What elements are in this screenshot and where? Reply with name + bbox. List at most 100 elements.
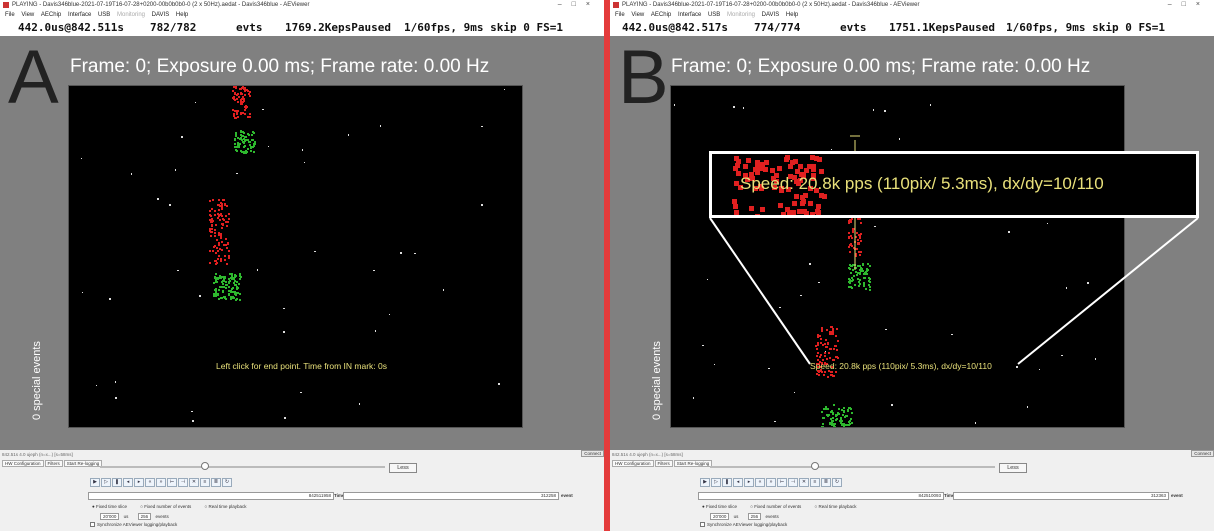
noise-event-dot: [809, 263, 811, 265]
noise-event-dot: [742, 107, 745, 109]
tab-filters[interactable]: Filters: [654, 460, 673, 467]
tab-start-logging[interactable]: Start Re-logging: [63, 460, 103, 467]
mark-in-icon[interactable]: ⊢: [167, 478, 177, 487]
play-icon[interactable]: ▶: [700, 478, 710, 487]
menu-file[interactable]: File: [615, 12, 625, 18]
green-event-dot: [250, 139, 253, 142]
red-event-dot: [819, 338, 822, 340]
event-display[interactable]: [68, 85, 523, 428]
connect-button[interactable]: Connect: [1191, 450, 1214, 457]
menu-davis[interactable]: DAVIS: [152, 12, 170, 18]
rewind-icon[interactable]: «: [755, 478, 765, 487]
radio-fixed-events[interactable]: ○ Fixed number of events: [750, 504, 807, 509]
control-panel: 842.51s 4.0 ujeph (n=x...) [s=58ms] Conn…: [610, 450, 1214, 531]
noise-event-dot: [800, 294, 802, 297]
fast-forward-icon[interactable]: »: [766, 478, 776, 487]
radio-fixed-time[interactable]: ● Fixed time slice: [702, 504, 743, 509]
faster-icon[interactable]: ≣: [211, 478, 221, 487]
tab-hw-configuration[interactable]: HW Configuration: [2, 460, 44, 467]
playback-slider-knob[interactable]: [201, 462, 209, 470]
time-field[interactable]: 842510093: [698, 492, 944, 500]
menu-aechip[interactable]: AEChip: [651, 12, 671, 18]
tab-filters[interactable]: Filters: [44, 460, 63, 467]
sync-checkbox-row[interactable]: Synchronize AEViewer logging/playback: [90, 522, 177, 528]
sync-checkbox[interactable]: [90, 522, 95, 528]
event-field[interactable]: 312363: [953, 492, 1169, 500]
pause-icon[interactable]: ❚: [722, 478, 732, 487]
red-event-dot: [228, 256, 231, 259]
mark-out-icon[interactable]: ⊣: [788, 478, 798, 487]
green-event-dot: [868, 277, 871, 280]
menu-view[interactable]: View: [631, 12, 644, 18]
play-icon[interactable]: ▶: [90, 478, 100, 487]
sync-checkbox-row[interactable]: Synchronize AEViewer logging/playback: [700, 522, 787, 528]
tab-hw-configuration[interactable]: HW Configuration: [612, 460, 654, 467]
green-event-dot: [868, 285, 871, 288]
slower-icon[interactable]: ≡: [810, 478, 820, 487]
menu-usb[interactable]: USB: [98, 12, 110, 18]
green-event-dot: [858, 272, 861, 275]
num-events-input[interactable]: 256: [747, 513, 762, 520]
menu-usb[interactable]: USB: [708, 12, 720, 18]
playback-slider-track[interactable]: [710, 466, 995, 468]
step-forward-icon[interactable]: ▸: [134, 478, 144, 487]
tab-start-logging[interactable]: Start Re-logging: [673, 460, 713, 467]
playback-slider-track[interactable]: [100, 466, 385, 468]
repeat-icon[interactable]: ↻: [832, 478, 842, 487]
menu-help[interactable]: Help: [786, 12, 798, 18]
green-event-dot: [252, 145, 255, 148]
mark-out-icon[interactable]: ⊣: [178, 478, 188, 487]
event-field[interactable]: 312258: [343, 492, 559, 500]
clear-marks-icon[interactable]: ✕: [189, 478, 199, 487]
play-reverse-icon[interactable]: ▷: [711, 478, 721, 487]
speed-callout: Speed: 20.8k pps (110pix/ 5.3ms), dx/dy=…: [709, 151, 1199, 218]
mark-in-icon[interactable]: ⊢: [777, 478, 787, 487]
menu-aechip[interactable]: AEChip: [41, 12, 61, 18]
connect-button[interactable]: Connect: [581, 450, 604, 457]
faster-icon[interactable]: ≣: [821, 478, 831, 487]
play-reverse-icon[interactable]: ▷: [101, 478, 111, 487]
less-button[interactable]: Less: [389, 463, 417, 473]
fast-forward-icon[interactable]: »: [156, 478, 166, 487]
event-display[interactable]: [670, 85, 1125, 428]
menubar: File View AEChip Interface USB Monitorin…: [0, 10, 604, 20]
playback-slider-knob[interactable]: [811, 462, 819, 470]
radio-real-time[interactable]: ○ Real time playback: [205, 504, 253, 509]
sync-checkbox[interactable]: [700, 522, 705, 528]
step-back-icon[interactable]: ◂: [123, 478, 133, 487]
clear-marks-icon[interactable]: ✕: [799, 478, 809, 487]
green-event-dot: [225, 297, 228, 300]
slice-us-input[interactable]: 20'000: [710, 513, 730, 520]
green-event-dot: [856, 272, 859, 275]
menu-view[interactable]: View: [21, 12, 34, 18]
noise-event-dot: [929, 104, 932, 106]
window-controls[interactable]: –□×: [558, 0, 600, 10]
red-event-dot: [209, 249, 212, 252]
menu-interface[interactable]: Interface: [678, 12, 701, 18]
menu-file[interactable]: File: [5, 12, 15, 18]
step-back-icon[interactable]: ◂: [733, 478, 743, 487]
radio-fixed-time[interactable]: ● Fixed time slice: [92, 504, 133, 509]
rewind-icon[interactable]: «: [145, 478, 155, 487]
num-events-input[interactable]: 256: [137, 513, 152, 520]
menu-help[interactable]: Help: [176, 12, 188, 18]
less-button[interactable]: Less: [999, 463, 1027, 473]
slower-icon[interactable]: ≡: [200, 478, 210, 487]
red-event-dot: [209, 262, 212, 265]
repeat-icon[interactable]: ↻: [222, 478, 232, 487]
time-field[interactable]: 842511958: [88, 492, 334, 500]
menu-monitoring[interactable]: Monitoring: [117, 12, 145, 18]
menu-davis[interactable]: DAVIS: [762, 12, 780, 18]
noise-event-dot: [400, 252, 402, 254]
radio-fixed-events[interactable]: ○ Fixed number of events: [140, 504, 197, 509]
slice-us-input[interactable]: 20'000: [100, 513, 120, 520]
window-controls[interactable]: –□×: [1168, 0, 1210, 10]
zoomed-red-event-dot: [743, 163, 749, 169]
transport-controls: ▶ ▷ ❚ ◂ ▸ « » ⊢ ⊣ ✕ ≡ ≣ ↻: [700, 478, 843, 487]
pause-icon[interactable]: ❚: [112, 478, 122, 487]
red-event-dot: [216, 204, 219, 207]
menu-interface[interactable]: Interface: [68, 12, 91, 18]
radio-real-time[interactable]: ○ Real time playback: [815, 504, 863, 509]
menu-monitoring[interactable]: Monitoring: [727, 12, 755, 18]
step-forward-icon[interactable]: ▸: [744, 478, 754, 487]
